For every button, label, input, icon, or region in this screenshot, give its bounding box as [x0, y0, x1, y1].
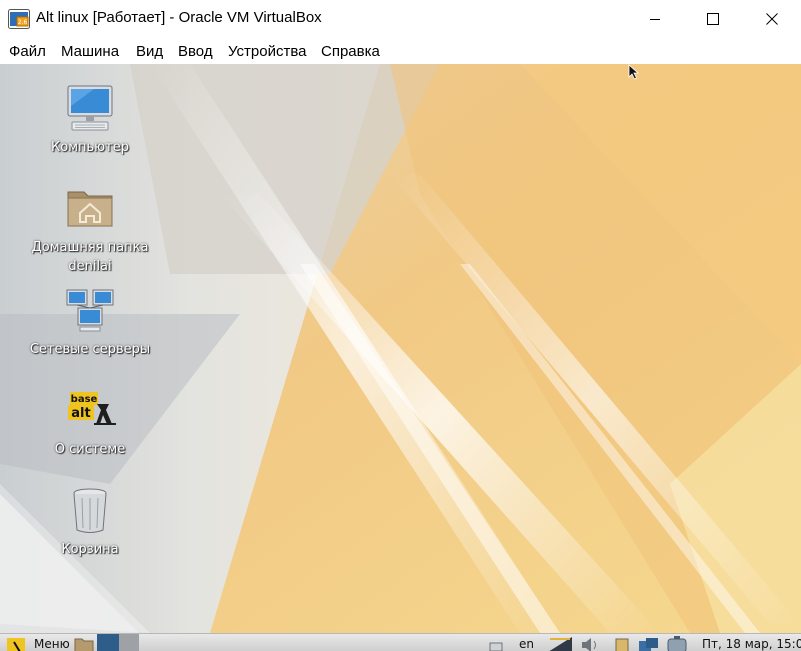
menu-input[interactable]: Ввод	[178, 43, 213, 60]
desktop-icon-label: Корзина	[61, 542, 119, 557]
menu-help[interactable]: Справка	[321, 43, 380, 60]
trash-icon	[64, 484, 116, 536]
keyboard-layout-indicator[interactable]: en	[519, 634, 534, 651]
panel-terminal-icon[interactable]	[97, 634, 119, 651]
home-folder-icon	[64, 182, 116, 234]
menu-file[interactable]: Файл	[9, 43, 46, 60]
menu-devices[interactable]: Устройства	[228, 43, 306, 60]
panel-clock[interactable]: Пт, 18 мар, 15:05	[702, 634, 801, 651]
start-menu-button[interactable]: Меню	[34, 634, 70, 651]
desktop-icon-label: Компьютер	[51, 140, 129, 155]
computer-icon	[64, 82, 116, 134]
maximize-button[interactable]	[690, 0, 736, 38]
panel-window-button[interactable]	[119, 634, 139, 651]
network-servers-icon	[64, 284, 116, 336]
window-title: Alt linux [Работает] - Oracle VM Virtual…	[36, 9, 322, 26]
mouse-pointer-icon	[628, 64, 640, 80]
svg-text:base: base	[71, 394, 98, 405]
menu-bar: Файл Машина Вид Ввод Устройства Справка	[0, 38, 801, 64]
desktop-icon-trash[interactable]: Корзина	[20, 484, 160, 559]
clipboard-icon[interactable]	[614, 637, 630, 651]
maximize-icon	[707, 13, 719, 25]
desktop-icon-computer[interactable]: Компьютер	[20, 82, 160, 157]
desktop-icon-network-servers[interactable]: Сетевые серверы	[20, 284, 160, 359]
svg-text:alt: alt	[71, 406, 90, 421]
minimize-icon	[650, 19, 660, 20]
desktop-icon-label: Сетевые серверы	[29, 342, 151, 357]
panel-folder-icon[interactable]	[74, 637, 94, 651]
battery-icon[interactable]	[664, 636, 694, 651]
window-title-bar: 2.6 Alt linux [Работает] - Oracle VM Vir…	[0, 0, 801, 38]
desktop-icon-label: Домашняя папка	[31, 240, 149, 255]
close-icon	[766, 13, 778, 25]
panel-printer-icon[interactable]	[488, 638, 504, 651]
guest-taskbar: Меню en Пт, 18 мар, 15:05	[0, 633, 801, 651]
guest-screen[interactable]: Компьютер Домашняя папка denilai Сетевые…	[0, 64, 801, 633]
menu-machine[interactable]: Машина	[61, 43, 119, 60]
close-button[interactable]	[749, 0, 795, 38]
desktop-icon-home-folder[interactable]: Домашняя папка denilai	[20, 182, 160, 276]
svg-text:2.6: 2.6	[18, 19, 28, 26]
desktop-icon-about-system[interactable]: base alt О системе	[20, 384, 160, 459]
minimize-button[interactable]	[632, 0, 678, 38]
desktop-icon-label: О системе	[54, 442, 126, 457]
panel-network-icon[interactable]	[547, 636, 573, 651]
menu-view[interactable]: Вид	[136, 43, 163, 60]
desktop-icon-label-user: denilai	[68, 259, 112, 274]
volume-icon[interactable]	[580, 637, 600, 651]
virtualbox-app-icon[interactable]: 2.6	[8, 9, 30, 29]
base-alt-menu-icon[interactable]	[6, 636, 28, 651]
base-alt-logo: base alt	[64, 384, 116, 436]
network-connection-icon[interactable]	[638, 637, 660, 651]
